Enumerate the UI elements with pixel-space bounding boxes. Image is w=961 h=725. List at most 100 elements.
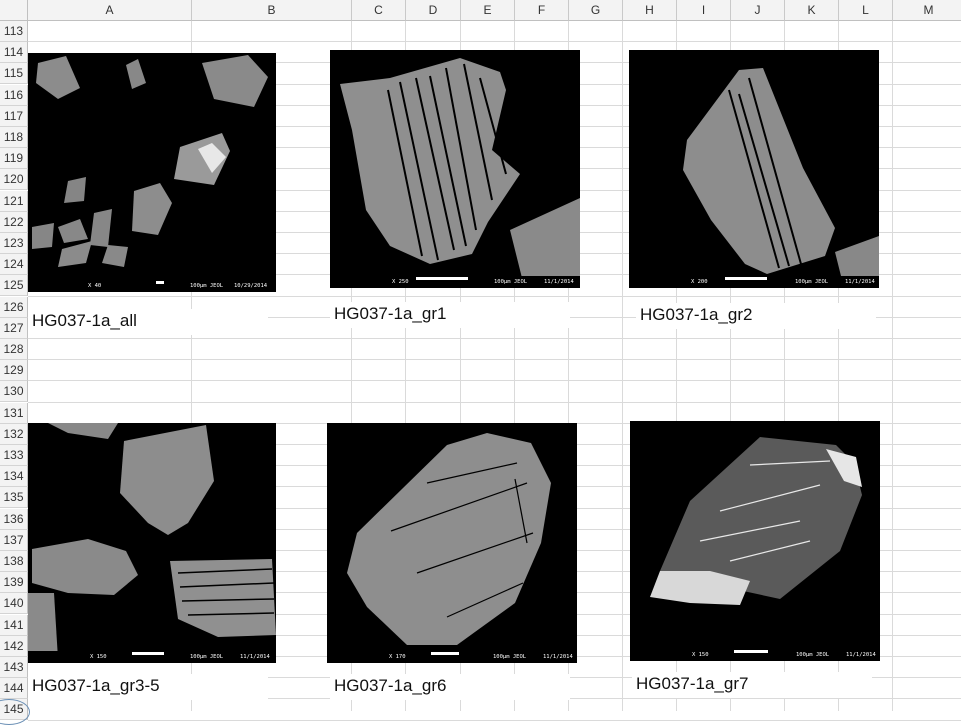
column-header-g[interactable]: G (569, 0, 623, 21)
row-header-119[interactable]: 119 (0, 148, 28, 169)
row-header-138[interactable]: 138 (0, 551, 28, 572)
gridline (28, 41, 961, 42)
image-label: HG037-1a_all (32, 311, 137, 330)
sem-image-gr2[interactable]: X 200 100µm JEOL 11/1/2014 (629, 50, 879, 288)
scale-text: 100µm JEOL (494, 279, 528, 285)
scale-bar (725, 277, 767, 280)
row-header-120[interactable]: 120 (0, 169, 28, 190)
sem-info-bar: X 170 100µm JEOL 11/1/2014 (327, 651, 577, 663)
sem-image-all[interactable]: X 40 100µm JEOL 10/29/2014 (28, 53, 276, 292)
gridline (28, 338, 961, 339)
row-header-129[interactable]: 129 (0, 360, 28, 381)
row-header-136[interactable]: 136 (0, 509, 28, 530)
scale-text: 100µm JEOL (795, 279, 829, 285)
row-header-127[interactable]: 127 (0, 318, 28, 339)
sem-grain-gr1 (340, 58, 580, 278)
sem-image-gr3-5[interactable]: X 150 100µm JEOL 11/1/2014 (28, 423, 276, 663)
scale-text: 100µm JEOL (493, 654, 527, 660)
row-header-133[interactable]: 133 (0, 445, 28, 466)
row-header-116[interactable]: 116 (0, 85, 28, 106)
sem-image-gr6[interactable]: X 170 100µm JEOL 11/1/2014 (327, 423, 577, 663)
select-all-corner[interactable] (0, 0, 28, 21)
row-header-113[interactable]: 113 (0, 21, 28, 42)
row-header-137[interactable]: 137 (0, 530, 28, 551)
label-textbox[interactable]: HG037-1a_gr6 (330, 674, 570, 700)
row-header-117[interactable]: 117 (0, 106, 28, 127)
sem-info-bar: X 40 100µm JEOL 10/29/2014 (28, 280, 276, 292)
label-textbox[interactable]: HG037-1a_all (28, 309, 268, 335)
magnification: X 150 (90, 654, 107, 660)
sem-info-bar: X 250 100µm JEOL 11/1/2014 (330, 276, 580, 288)
date-text: 11/1/2014 (543, 654, 573, 660)
magnification: X 150 (692, 652, 709, 658)
sem-grain-gr6 (347, 433, 551, 645)
date-text: 11/1/2014 (240, 654, 270, 660)
image-label: HG037-1a_gr7 (636, 674, 749, 693)
sem-grains-gr3-5 (28, 423, 276, 661)
row-header-121[interactable]: 121 (0, 191, 28, 212)
gridline (28, 720, 961, 721)
label-textbox[interactable]: HG037-1a_gr2 (636, 303, 876, 329)
column-header-a[interactable]: A (28, 0, 192, 21)
sem-grain-gr2 (683, 68, 879, 276)
row-header-128[interactable]: 128 (0, 339, 28, 360)
row-header-132[interactable]: 132 (0, 424, 28, 445)
scale-bar (156, 281, 164, 284)
gridline (28, 380, 961, 381)
magnification: X 200 (691, 279, 708, 285)
row-header-125[interactable]: 125 (0, 275, 28, 296)
image-label: HG037-1a_gr1 (334, 304, 447, 323)
sem-image-gr7[interactable]: X 150 100µm JEOL 11/1/2014 (630, 421, 880, 661)
row-header-114[interactable]: 114 (0, 42, 28, 63)
column-header-f[interactable]: F (515, 0, 569, 21)
column-header-k[interactable]: K (785, 0, 839, 21)
image-label: HG037-1a_gr6 (334, 676, 447, 695)
gridline (892, 21, 893, 711)
row-header-134[interactable]: 134 (0, 466, 28, 487)
column-header-e[interactable]: E (461, 0, 515, 21)
column-header-l[interactable]: L (839, 0, 893, 21)
sem-info-bar: X 150 100µm JEOL 11/1/2014 (630, 649, 880, 661)
row-header-131[interactable]: 131 (0, 403, 28, 424)
gridline (622, 21, 623, 711)
column-header-c[interactable]: C (352, 0, 406, 21)
column-header-b[interactable]: B (192, 0, 352, 21)
label-textbox[interactable]: HG037-1a_gr7 (632, 672, 872, 698)
row-header-122[interactable]: 122 (0, 212, 28, 233)
row-header-139[interactable]: 139 (0, 572, 28, 593)
scale-bar (416, 277, 468, 280)
label-textbox[interactable]: HG037-1a_gr3-5 (28, 674, 268, 700)
row-header-142[interactable]: 142 (0, 636, 28, 657)
magnification: X 170 (389, 654, 406, 660)
scale-bar (132, 652, 164, 655)
row-header-124[interactable]: 124 (0, 254, 28, 275)
sem-image-gr1[interactable]: X 250 100µm JEOL 11/1/2014 (330, 50, 580, 288)
row-header-123[interactable]: 123 (0, 233, 28, 254)
row-header-135[interactable]: 135 (0, 487, 28, 508)
sem-info-bar: X 150 100µm JEOL 11/1/2014 (28, 651, 276, 663)
row-header-141[interactable]: 141 (0, 615, 28, 636)
date-text: 10/29/2014 (234, 283, 268, 289)
column-header-j[interactable]: J (731, 0, 785, 21)
row-header-144[interactable]: 144 (0, 678, 28, 699)
date-text: 11/1/2014 (846, 652, 876, 658)
scale-bar (734, 650, 768, 653)
row-header-118[interactable]: 118 (0, 127, 28, 148)
date-text: 11/1/2014 (845, 279, 875, 285)
scale-text: 100µm JEOL (190, 654, 224, 660)
column-header-h[interactable]: H (623, 0, 677, 21)
column-header-i[interactable]: I (677, 0, 731, 21)
scale-text: 100µm JEOL (796, 652, 830, 658)
label-textbox[interactable]: HG037-1a_gr1 (330, 302, 570, 328)
image-label: HG037-1a_gr2 (640, 305, 753, 324)
row-header-130[interactable]: 130 (0, 381, 28, 402)
image-label: HG037-1a_gr3-5 (32, 676, 160, 695)
gridline (28, 296, 961, 297)
column-header-d[interactable]: D (406, 0, 461, 21)
row-header-140[interactable]: 140 (0, 593, 28, 614)
magnification: X 40 (88, 283, 102, 289)
row-header-126[interactable]: 126 (0, 297, 28, 318)
row-header-143[interactable]: 143 (0, 657, 28, 678)
row-header-115[interactable]: 115 (0, 63, 28, 84)
column-header-m[interactable]: M (893, 0, 961, 21)
